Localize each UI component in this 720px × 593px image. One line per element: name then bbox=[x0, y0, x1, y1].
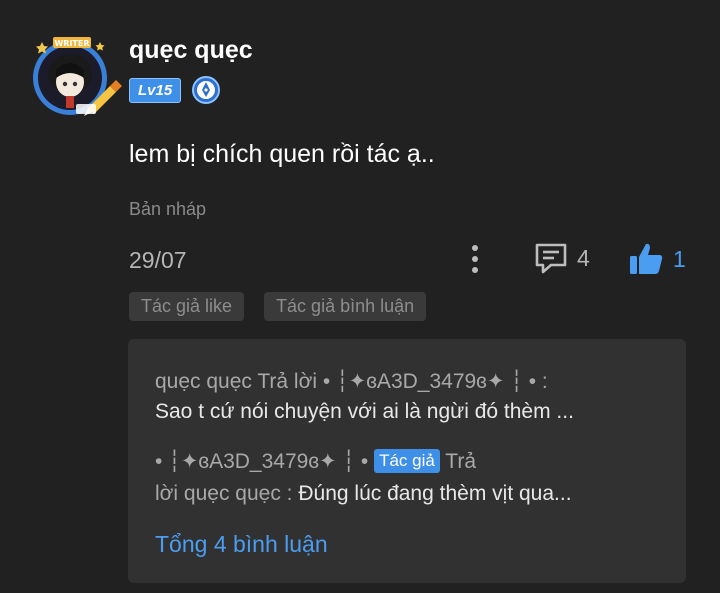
reply-2-header: • ┆✦ɞA3D_3479ɞ✦ ┆ • Tác giả Trả bbox=[155, 449, 660, 474]
user-badges: Lv15 bbox=[129, 75, 221, 105]
comment-tags: Tác giả like Tác giả bình luận bbox=[129, 292, 427, 321]
like-button[interactable]: 1 bbox=[627, 240, 686, 278]
reply-2-target: lời quẹc quẹc : bbox=[155, 482, 299, 505]
writer-pen-icon[interactable] bbox=[191, 75, 221, 105]
comment-date: 29/07 bbox=[129, 247, 187, 273]
level-badge[interactable]: Lv15 bbox=[129, 77, 182, 103]
avatar[interactable]: WRITER bbox=[26, 34, 122, 118]
replies-box[interactable]: quẹc quẹc Trả lời • ┆✦ɞA3D_3479ɞ✦ ┆ • : … bbox=[128, 339, 686, 583]
draft-label: Bản nháp bbox=[129, 199, 207, 219]
comment-icon bbox=[535, 243, 567, 274]
reply-button[interactable]: 4 bbox=[533, 240, 590, 276]
comment-meta-row: 29/07 4 1 bbox=[129, 240, 689, 280]
tag-author-comment: Tác giả bình luận bbox=[264, 292, 427, 321]
thumbs-up-icon bbox=[630, 243, 663, 274]
reply-count: 4 bbox=[577, 244, 590, 271]
more-vertical-icon[interactable] bbox=[463, 242, 487, 276]
reply-2-body: Đúng lúc đang thèm vịt qua... bbox=[298, 482, 572, 505]
reply-2-action: Trả bbox=[439, 450, 477, 473]
author-tag: Tác giả bbox=[374, 449, 440, 473]
total-replies-link[interactable]: Tổng 4 bình luận bbox=[155, 531, 328, 558]
comment-text: lem bị chích quen rồi tác ạ.. bbox=[129, 140, 435, 168]
avatar-badge-text: WRITER bbox=[54, 39, 89, 48]
reply-1-body[interactable]: Sao t cứ nói chuyện với ai là ngừi đó th… bbox=[155, 400, 660, 424]
reply-2-author: • ┆✦ɞA3D_3479ɞ✦ ┆ • bbox=[155, 450, 375, 473]
username[interactable]: quẹc quẹc bbox=[129, 36, 253, 65]
reply-1-header: quẹc quẹc Trả lời • ┆✦ɞA3D_3479ɞ✦ ┆ • : bbox=[155, 370, 548, 393]
tag-author-like: Tác giả like bbox=[129, 292, 245, 321]
reply-2-body-line[interactable]: lời quẹc quẹc : Đúng lúc đang thèm vịt q… bbox=[155, 482, 660, 506]
like-count: 1 bbox=[673, 245, 686, 272]
